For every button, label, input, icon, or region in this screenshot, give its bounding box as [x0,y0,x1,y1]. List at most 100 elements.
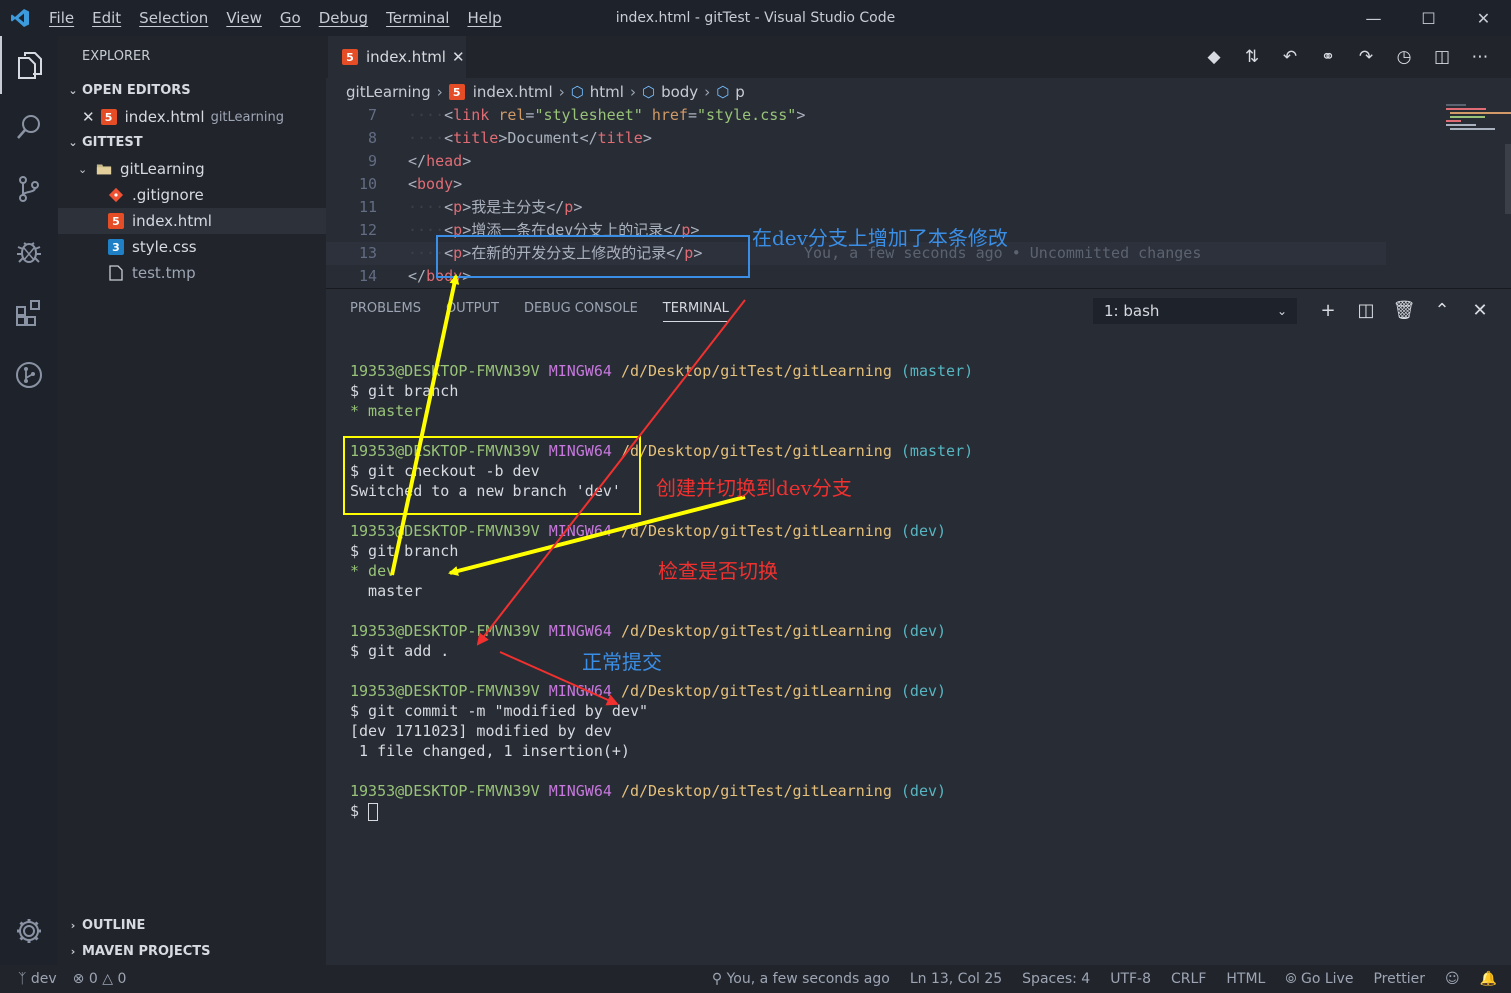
html5-icon: 5 [448,84,465,100]
trash-icon[interactable]: 🗑 [1385,298,1423,324]
broadcast-icon: ⦾ [1285,971,1297,987]
prettier-status[interactable]: Prettier [1373,971,1425,987]
branch-status[interactable]: ᛉ dev [18,971,57,987]
maximize-icon[interactable]: ☐ [1401,0,1456,36]
prompt-user: 19353@DESKTOP-FMVN39V [350,362,540,380]
workspace-section[interactable]: ⌄ GITTEST [58,130,326,156]
terminal-select-value: 1: bash [1104,302,1160,320]
whitespace-dots: ···· [408,129,445,147]
notifications-bell-icon[interactable]: 🔔 [1480,971,1497,987]
menu-help[interactable]: Help [458,9,510,27]
code-line[interactable]: 8 ····<title>Document</title> [326,127,1386,150]
git-history-icon[interactable]: ◷ [1385,47,1423,67]
command-line: $ git checkout -b dev [350,461,973,481]
activity-bar [0,36,58,965]
chevron-right-icon: › [70,919,76,932]
git-icon [108,187,124,203]
go-live-label: Go Live [1301,971,1354,987]
go-live-button[interactable]: ⦾ Go Live [1285,971,1353,987]
problems-status[interactable]: ⊗ 0 △ 0 [73,971,127,987]
breadcrumb-item[interactable]: 5 index.html [448,83,553,101]
chevron-right-icon: › [70,945,76,958]
maximize-panel-icon[interactable]: ⌃ [1423,298,1461,324]
file-item-test-tmp[interactable]: test.tmp [58,260,326,286]
previous-change-icon[interactable]: ↶ [1271,47,1309,67]
breadcrumb-item[interactable]: gitLearning [346,83,431,101]
open-editor-item[interactable]: ✕ 5 index.html gitLearning [58,104,326,130]
line-text: ····<p>在新的开发分支上修改的记录</p> [408,244,703,262]
tab-problems[interactable]: PROBLEMS [350,301,421,322]
code-line[interactable]: 12 ····<p>增添一条在dev分支上的记录</p> [326,219,1386,242]
code-editor[interactable]: 7 ····<link rel="stylesheet" href="style.… [326,104,1386,288]
code-line[interactable]: 10 <body> [326,173,1386,196]
command-text: $ [350,802,369,820]
language-mode[interactable]: HTML [1226,971,1265,987]
more-actions-icon[interactable]: ⋯ [1461,47,1499,67]
line-number: 11 [358,198,377,216]
settings-gear-icon[interactable] [0,902,58,960]
split-editor-icon[interactable]: ◫ [1423,47,1461,67]
terminal-output[interactable]: 19353@DESKTOP-FMVN39V MINGW64 /d/Desktop… [350,361,973,821]
terminal-select[interactable]: 1: bash ⌄ [1093,298,1297,324]
breadcrumb: gitLearning › 5 index.html › ⬡ html › ⬡ body › ⬡ p [326,78,745,106]
tab-output[interactable]: OUTPUT [446,301,499,322]
split-terminal-icon[interactable]: ◫ [1347,298,1385,324]
minimap[interactable] [1386,104,1511,288]
menu-terminal[interactable]: Terminal [377,9,458,27]
prompt-path: /d/Desktop/gitTest/gitLearning [620,782,892,800]
minimize-icon[interactable]: — [1346,0,1401,36]
folder-gitlearning[interactable]: ⌄ gitLearning [58,156,326,182]
menu-edit[interactable]: Edit [83,9,130,27]
code-line[interactable]: 9 </head> [326,150,1386,173]
maven-section[interactable]: › MAVEN PROJECTS [58,939,326,965]
file-item-index-html[interactable]: 5 index.html [58,208,326,234]
encoding[interactable]: UTF-8 [1110,971,1151,987]
file-item-gitignore[interactable]: .gitignore [58,182,326,208]
end-of-line[interactable]: CRLF [1171,971,1206,987]
menu-view[interactable]: View [217,9,271,27]
code-line[interactable]: 11 ····<p>我是主分支</p> [326,196,1386,219]
tab-terminal[interactable]: TERMINAL [662,301,729,322]
menu-file[interactable]: File [40,9,83,27]
commit-node-icon[interactable]: ⚭ [1309,47,1347,67]
code-line[interactable]: 13 ····<p>在新的开发分支上修改的记录</p> You, a few sec… [326,242,1386,265]
close-icon[interactable]: ✕ [1456,0,1511,36]
blame-status[interactable]: ⚲ You, a few seconds ago [712,971,890,987]
file-item-style-css[interactable]: 3 style.css [58,234,326,260]
panel-tabs: PROBLEMS OUTPUT DEBUG CONSOLE TERMINAL [350,301,754,322]
menu-debug[interactable]: Debug [310,9,377,27]
close-editor-icon[interactable]: ✕ [82,108,95,126]
tab-index-html[interactable]: 5 index.html ✕ [328,36,466,78]
compare-changes-icon[interactable]: ⇅ [1233,47,1271,67]
breadcrumb-item[interactable]: ⬡ body [642,83,698,101]
close-panel-icon[interactable]: ✕ [1461,298,1499,324]
cursor-position[interactable]: Ln 13, Col 25 [910,971,1002,987]
breadcrumb-item[interactable]: ⬡ p [716,83,745,101]
menu-selection[interactable]: Selection [130,9,217,27]
outline-section[interactable]: › OUTLINE [58,913,326,939]
next-change-icon[interactable]: ↷ [1347,47,1385,67]
line-text: <body> [408,175,463,193]
extensions-icon[interactable] [0,284,58,342]
code-line[interactable]: 14 </body> [326,265,1386,288]
command-text: $ git commit -m "modified by dev" [350,702,649,720]
debug-icon[interactable] [0,222,58,280]
add-terminal-icon[interactable]: + [1309,298,1347,324]
tab-debug-console[interactable]: DEBUG CONSOLE [524,301,638,322]
indentation[interactable]: Spaces: 4 [1022,971,1090,987]
search-icon[interactable] [0,98,58,156]
symbol-icon: ⬡ [716,83,730,101]
close-tab-icon[interactable]: ✕ [452,48,465,66]
explorer-icon[interactable] [0,36,58,94]
git-diamond-icon[interactable]: ◆ [1195,47,1233,67]
source-control-icon[interactable] [0,160,58,218]
open-editors-section[interactable]: ⌄ OPEN EDITORS [58,78,326,104]
menu-go[interactable]: Go [271,9,310,27]
chevron-right-icon: › [436,83,443,101]
line-number: 14 [358,267,377,285]
feedback-smiley-icon[interactable]: ☺ [1445,971,1460,987]
code-line[interactable]: 7 ····<link rel="stylesheet" href="style.… [326,104,1386,127]
git-graph-icon[interactable] [0,346,58,404]
breadcrumb-item[interactable]: ⬡ html [571,83,624,101]
